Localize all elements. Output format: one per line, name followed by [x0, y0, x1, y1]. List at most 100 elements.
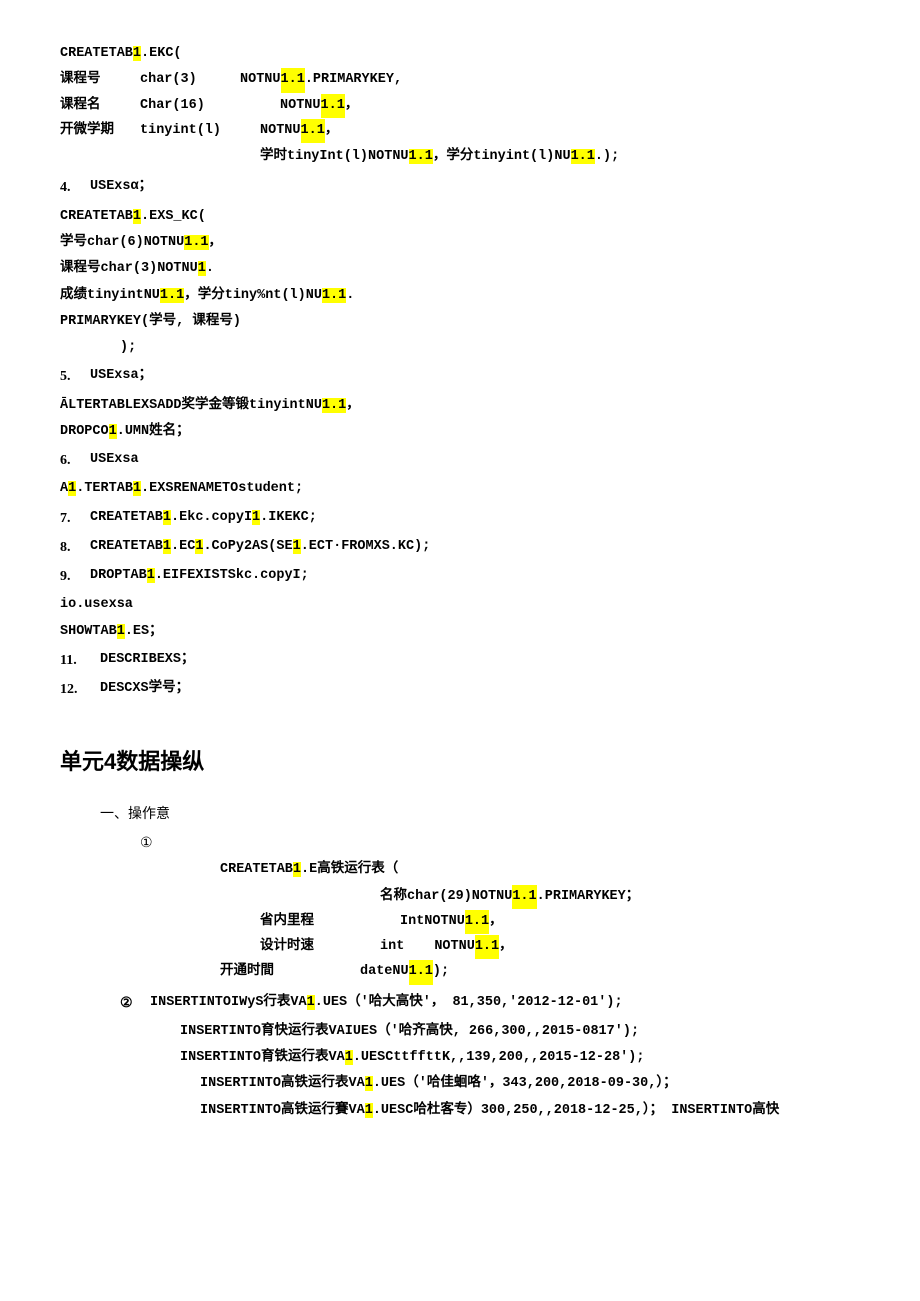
hl-ins5: 1: [365, 1103, 373, 1118]
hl-exs4: 1.1: [322, 288, 346, 303]
hl-8b: 1: [195, 539, 203, 554]
hl-1-1b: 1.1: [321, 94, 345, 118]
hl-drop: 1: [109, 424, 117, 439]
drop-line: DROPCO1.UMN姓名；: [60, 420, 860, 444]
pk2-line: PRIMARYKEY(学号, 课程号): [60, 310, 860, 334]
insert2-line: INSERTINTO育快运行表VAIUES（'哈齐高快, 266,300,,20…: [180, 1020, 860, 1044]
hl-gt: 1: [293, 862, 301, 877]
ekc-suffix: .EKC(: [141, 46, 182, 61]
hl-a1b: 1: [133, 481, 141, 496]
hl-sjs: 1.1: [475, 935, 499, 959]
fc-notnull3: NOTNU: [260, 119, 301, 143]
num12: 12.: [60, 677, 100, 702]
close-paren-text: );: [120, 340, 136, 355]
fc-pk: .PRIMARYKEY,: [305, 68, 402, 92]
a1-rest: .TERTAB: [76, 481, 133, 496]
hl-ktj: 1.1: [409, 960, 433, 984]
insert3-text: INSERTINTO育铁运行表VA1.UESCttffttK,,139,200,…: [180, 1050, 644, 1065]
kechengbuhao2-line: 课程号char(3)NOTNU1.: [60, 257, 860, 281]
alter-line: ĀLTERTABLEXSADD奖学金等锻tinyintNU1.1，: [60, 394, 860, 418]
item5: 5. USExsa；: [60, 364, 860, 389]
pk2-text: PRIMARYKEY(学号, 课程号): [60, 314, 241, 329]
mc-label: 名称char(29)NOTNU: [380, 885, 512, 909]
xuehao-line: 学号char(6)NOTNU1.1，: [60, 231, 860, 255]
sjs-label: 设计时速: [260, 935, 340, 959]
hl-alter: 1.1: [322, 398, 346, 413]
hl-1-1d: 1.1: [409, 149, 433, 164]
item12: 12. DESCXS学号；: [60, 677, 860, 702]
hl-exs2: 1: [198, 261, 206, 276]
ft-char16: Char(16): [140, 94, 240, 118]
comma2: ，: [325, 119, 339, 143]
period2: .: [346, 288, 354, 303]
section-title-text: 单元4数据操纵: [60, 749, 204, 774]
item6: 6. USExsa: [60, 448, 860, 473]
circle2-item: ② INSERTINTOIWyS行表VA1.UES（'哈大高快'， 81,350…: [120, 991, 860, 1016]
comma1: ，: [345, 94, 359, 118]
hl-mc: 1.1: [512, 885, 536, 909]
a1-line: A1.TERTAB1.EXSRENAMETOstudent;: [60, 477, 860, 501]
field-kaixuexueqi: 开微学期 tinyint(l) NOTNU1.1，: [60, 119, 860, 143]
page-content: CREATETAB1.EKC( 课程号 char(3) NOTNU1.1.PRI…: [60, 42, 860, 1123]
ft-tinyint: tinyint(l): [140, 119, 240, 143]
chengji-line: 成绩tinyintNU1.1，学分tiny%nt(l)NU1.1.: [60, 284, 860, 308]
field-shejishisu: 设计时速 int NOTNU1.1，: [260, 935, 860, 959]
hl-snl: 1.1: [465, 910, 489, 934]
item9: 9. DROPTAB1.EIFEXISTSkc.copyI;: [60, 564, 860, 589]
kechengbuhao2-text: 课程号char(3)NOTNU: [60, 261, 198, 276]
item12-text: DESCXS学号；: [100, 677, 189, 701]
exs-kc-suffix: .EXS_KC(: [141, 209, 206, 224]
hl-exs1: 1.1: [184, 235, 208, 250]
num9: 9.: [60, 564, 90, 589]
fn-kechengbuhao: 课程号: [60, 68, 140, 92]
num8: 8.: [60, 535, 90, 560]
hl-9: 1: [147, 568, 155, 583]
field-mingcheng: 名称char(29)NOTNU1.1.PRIMARYKEY；: [300, 885, 860, 909]
item7-text: CREATETAB1.Ekc.copyI1.IKEKC;: [90, 506, 317, 530]
snl-type: IntNOTNU: [400, 910, 465, 934]
hl-8c: 1: [293, 539, 301, 554]
num5: 5.: [60, 364, 90, 389]
item9-text: DROPTAB1.EIFEXISTSkc.copyI;: [90, 564, 309, 588]
create-gt-text: CREATETAB1.E高铁运行表（: [220, 862, 398, 877]
hl-ins1: 1: [307, 995, 315, 1010]
a1-rest2: .EXSRENAMETOstudent;: [141, 481, 303, 496]
ktj-end: );: [433, 960, 449, 984]
xueshi-line: 学时tinyInt(l)NOTNU1.1，学分tinyint(l)NU1.1.)…: [260, 145, 860, 169]
create-gaotie: CREATETAB1.E高铁运行表（: [220, 858, 860, 882]
field-shengneililicheng: 省内里程 IntNOTNU1.1，: [260, 910, 860, 934]
field-kaitongshijian: 开通时間 dateNU1.1);: [220, 960, 860, 984]
item11-text: DESCRIBEXS；: [100, 648, 195, 672]
item8: 8. CREATETAB1.EC1.CoPy2AS(SE1.ECT·FROMXS…: [60, 535, 860, 560]
sjs-notnull: NOTNU: [434, 935, 475, 959]
show-line: SHOWTAB1.ES；: [60, 620, 860, 644]
hl-show: 1: [117, 624, 125, 639]
circle1-text: ①: [140, 836, 153, 851]
alter-text: ĀLTERTABLEXSADD奖学金等锻tinyintNU: [60, 398, 322, 413]
item5-text: USExsa；: [90, 364, 152, 388]
item4-text: USExsα；: [90, 175, 152, 199]
insert5-line: INSERTINTO高铁运行賽VA1.UESC哈杜客专）300,250,,201…: [200, 1099, 860, 1123]
drop-text: DROPCO: [60, 424, 109, 439]
item4: 4. USExsα；: [60, 175, 860, 200]
hl-1-1c: 1.1: [301, 119, 325, 143]
hl-a1: 1: [68, 481, 76, 496]
subsection-ops: 一、操作意: [100, 802, 860, 827]
hl-1-1e: 1.1: [571, 149, 595, 164]
hl-ins3: 1: [345, 1050, 353, 1065]
num11: 11.: [60, 648, 100, 673]
hl-7: 1: [163, 510, 171, 525]
create-tab-kw2: CREATETAB: [60, 209, 133, 224]
item7: 7. CREATETAB1.Ekc.copyI1.IKEKC;: [60, 506, 860, 531]
num6: 6.: [60, 448, 90, 473]
chengji-text: 成绩tinyintNU: [60, 288, 160, 303]
comma3: ，: [209, 235, 223, 250]
field-kechengming: 课程名 Char(16) NOTNU1.1，: [60, 94, 860, 118]
insert4-line: INSERTINTO高铁运行表VA1.UES（'哈佳蛔咯'，343,200,20…: [200, 1072, 860, 1096]
ktj-type: dateNU: [360, 960, 409, 984]
xueshi-rest: ，学分tinyint(l)NU: [433, 149, 571, 164]
hl-exs3: 1.1: [160, 288, 184, 303]
sjs-comma: ，: [499, 935, 513, 959]
create-exs-kc: CREATETAB1.EXS_KC(: [60, 205, 860, 229]
item11: 11. DESCRIBEXS；: [60, 648, 860, 673]
